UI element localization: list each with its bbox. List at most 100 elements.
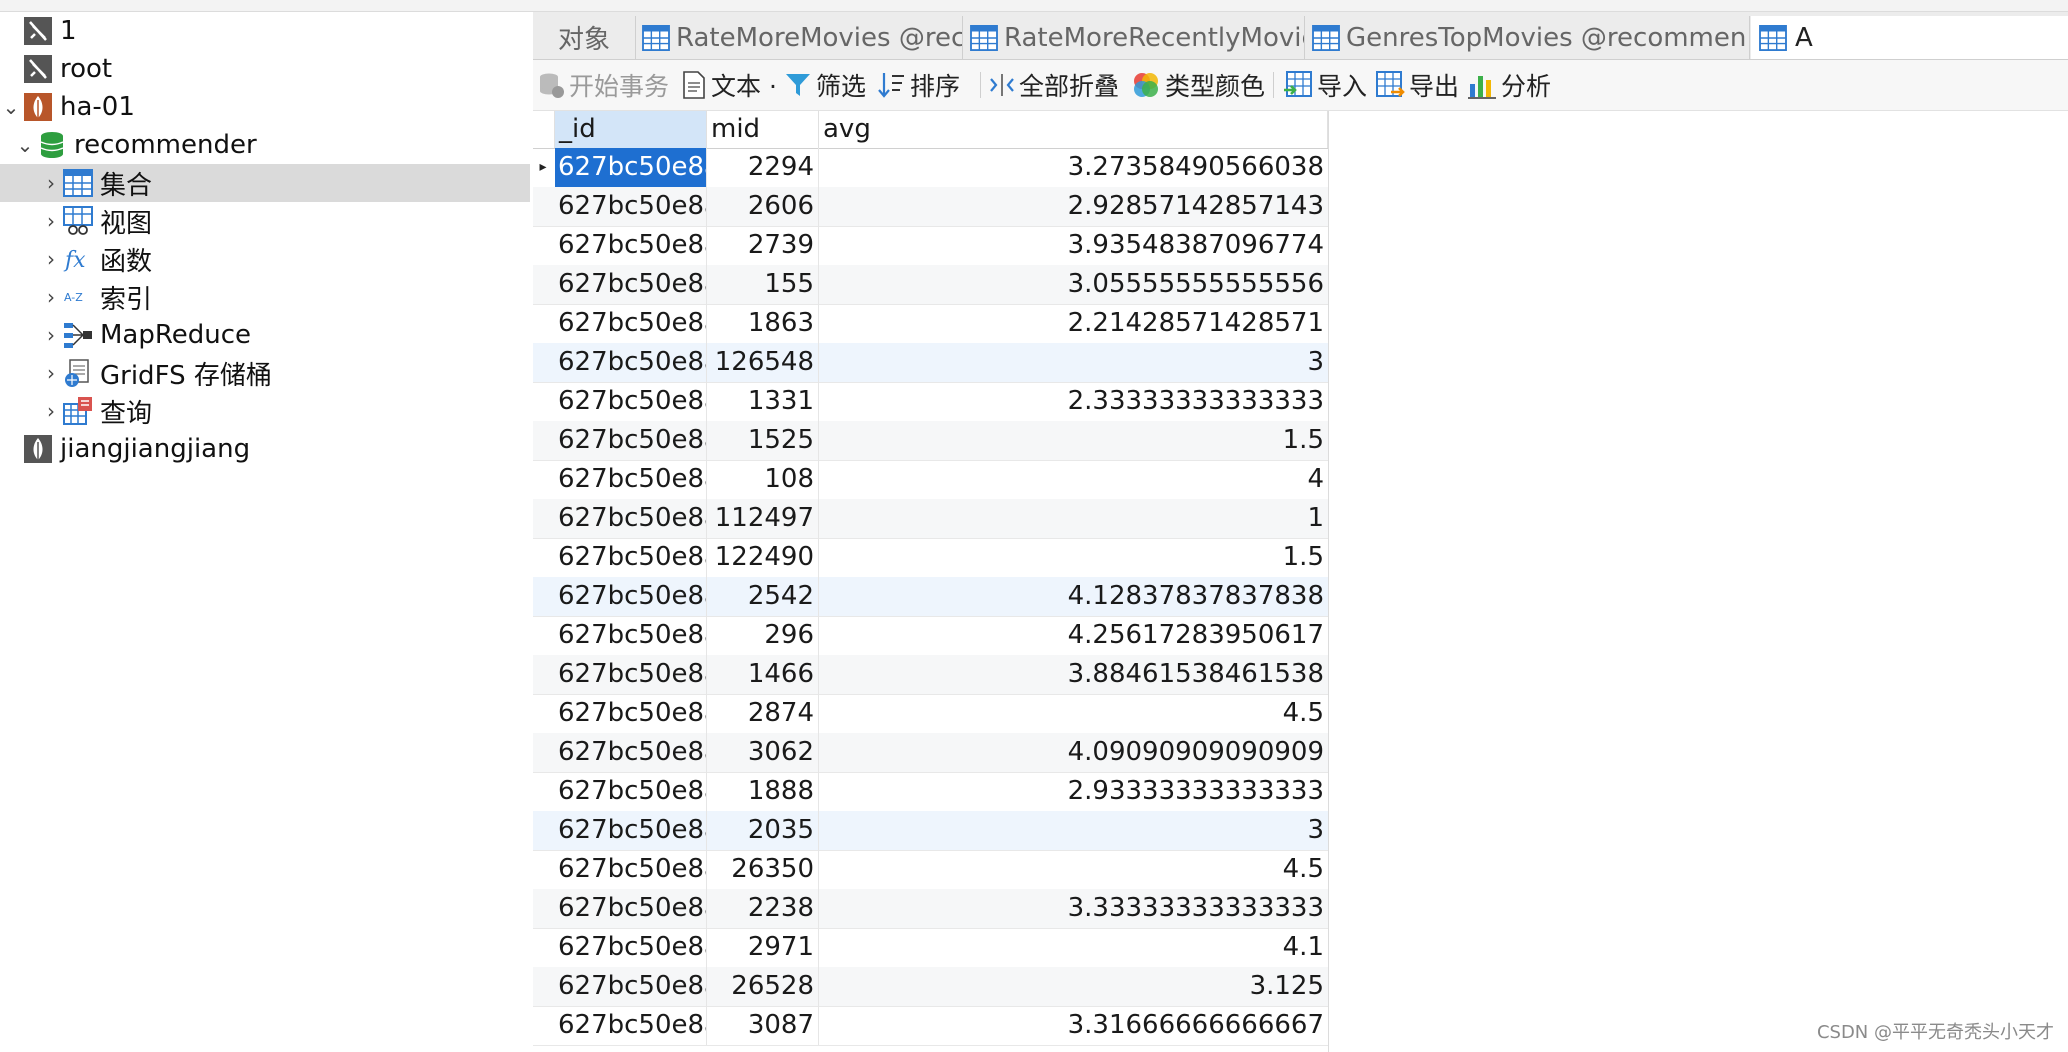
collapse-all-button[interactable]: 全部折叠 (989, 68, 1119, 102)
cell-avg[interactable]: 2.92857142857143 (819, 187, 1328, 226)
cell-avg[interactable]: 1.5 (819, 538, 1328, 577)
cell-id[interactable]: 627bc50e8ae (555, 811, 707, 850)
cell-avg[interactable]: 1 (819, 499, 1328, 538)
cell-avg[interactable]: 4.1 (819, 928, 1328, 967)
cell-mid[interactable]: 1331 (707, 382, 819, 421)
cell-avg[interactable]: 3.93548387096774 (819, 226, 1328, 265)
current-row-marker-icon[interactable]: ▸ (533, 148, 553, 187)
row-marker[interactable] (533, 850, 553, 889)
cell-mid[interactable]: 3087 (707, 1006, 819, 1045)
row-marker[interactable] (533, 772, 553, 811)
row-marker[interactable] (533, 187, 553, 226)
cell-id[interactable]: 627bc50e8ae (555, 304, 707, 343)
tree-item-queries[interactable]: › 查询 (0, 392, 530, 430)
cell-avg[interactable]: 4 (819, 460, 1328, 499)
tree-item-connection-ha-01[interactable]: ⌄ ha-01 (0, 88, 530, 126)
cell-avg[interactable]: 4.09090909090909 (819, 733, 1328, 772)
cell-id[interactable]: 627bc50e8ae (555, 382, 707, 421)
cell-mid[interactable]: 26528 (707, 967, 819, 1006)
tab-ratemorerecentlymovies[interactable]: RateMoreRecentlyMovies @reco... (964, 16, 1305, 59)
row-marker[interactable] (533, 928, 553, 967)
tree-item-connection-jiangjiangjiang[interactable]: jiangjiangjiang (0, 430, 530, 468)
cell-mid[interactable]: 126548 (707, 343, 819, 382)
cell-mid[interactable]: 2606 (707, 187, 819, 226)
row-marker[interactable] (533, 538, 553, 577)
row-marker[interactable] (533, 460, 553, 499)
chevron-right-icon[interactable]: › (40, 361, 62, 385)
cell-avg[interactable]: 2.33333333333333 (819, 382, 1328, 421)
row-marker[interactable] (533, 499, 553, 538)
type-color-button[interactable]: 类型颜色 (1131, 68, 1265, 102)
import-button[interactable]: 导入 (1283, 68, 1367, 102)
cell-mid[interactable]: 2542 (707, 577, 819, 616)
cell-avg[interactable]: 2.21428571428571 (819, 304, 1328, 343)
cell-avg[interactable]: 2.93333333333333 (819, 772, 1328, 811)
cell-mid[interactable]: 108 (707, 460, 819, 499)
tree-item-functions[interactable]: › fx 函数 (0, 240, 530, 278)
cell-avg[interactable]: 3.31666666666667 (819, 1006, 1328, 1045)
cell-mid[interactable]: 1525 (707, 421, 819, 460)
table-row[interactable]: 627bc50e8ae13312.33333333333333 (533, 382, 1328, 422)
table-row[interactable]: 627bc50e8ae28744.5 (533, 694, 1328, 734)
cell-id[interactable]: 627bc50e8ae (555, 577, 707, 616)
row-marker[interactable] (533, 226, 553, 265)
cell-id[interactable]: 627bc50e8ae (555, 889, 707, 928)
cell-id[interactable]: 627bc50e8ae (555, 226, 707, 265)
cell-mid[interactable]: 26350 (707, 850, 819, 889)
cell-id[interactable]: 627bc50e8ae (555, 616, 707, 655)
table-row[interactable]: 627bc50e8ae14663.88461538461538 (533, 655, 1328, 695)
cell-mid[interactable]: 2739 (707, 226, 819, 265)
row-marker[interactable] (533, 889, 553, 928)
row-marker[interactable] (533, 967, 553, 1006)
cell-id[interactable]: 627bc50e8ae (555, 928, 707, 967)
cell-mid[interactable]: 2971 (707, 928, 819, 967)
row-marker[interactable] (533, 655, 553, 694)
cell-avg[interactable]: 4.5 (819, 694, 1328, 733)
export-button[interactable]: 导出 (1375, 68, 1459, 102)
cell-mid[interactable]: 3062 (707, 733, 819, 772)
cell-id[interactable]: 627bc50e8ae (555, 343, 707, 382)
cell-mid[interactable]: 2238 (707, 889, 819, 928)
row-marker[interactable] (533, 1006, 553, 1045)
cell-id[interactable]: 627bc50e8ae (555, 1006, 707, 1045)
table-row[interactable]: 627bc50e8ae22383.33333333333333 (533, 889, 1328, 929)
table-row[interactable]: 627bc50e8ae263504.5 (533, 850, 1328, 890)
cell-id[interactable]: 627bc50e8ae (555, 733, 707, 772)
cell-id[interactable]: 627bc50e8ae (555, 538, 707, 577)
table-row[interactable]: 627bc50e8ae29714.1 (533, 928, 1328, 968)
cell-avg[interactable]: 4.5 (819, 850, 1328, 889)
tree-item-connection-root[interactable]: root (0, 50, 530, 88)
table-row[interactable]: 627bc50e8ae18882.93333333333333 (533, 772, 1328, 812)
cell-avg[interactable]: 4.25617283950617 (819, 616, 1328, 655)
column-header-mid[interactable]: mid (707, 111, 819, 148)
cell-avg[interactable]: 3 (819, 811, 1328, 850)
filter-button[interactable]: 筛选 (784, 68, 866, 102)
table-row[interactable]: 627bc50e8ae27393.93548387096774 (533, 226, 1328, 266)
chevron-right-icon[interactable]: › (40, 323, 62, 347)
cell-id[interactable]: 627bc50e8ae (555, 499, 707, 538)
chevron-right-icon[interactable]: › (40, 247, 62, 271)
cell-id[interactable]: 627bc50e8ae (555, 148, 707, 187)
cell-avg[interactable]: 3.125 (819, 967, 1328, 1006)
table-row[interactable]: 627bc50e8ae20353 (533, 811, 1328, 851)
tab-objects[interactable]: 对象 (533, 16, 636, 59)
cell-mid[interactable]: 155 (707, 265, 819, 304)
begin-transaction-button[interactable]: 开始事务 (537, 68, 669, 102)
table-row[interactable]: 627bc50e8ae18632.21428571428571 (533, 304, 1328, 344)
cell-id[interactable]: 627bc50e8ae (555, 655, 707, 694)
row-marker[interactable] (533, 343, 553, 382)
row-marker[interactable] (533, 304, 553, 343)
tree-item-views[interactable]: › 视图 (0, 202, 530, 240)
cell-avg[interactable]: 3.05555555555556 (819, 265, 1328, 304)
cell-avg[interactable]: 1.5 (819, 421, 1328, 460)
column-header-avg[interactable]: avg (819, 111, 1328, 148)
row-marker[interactable] (533, 616, 553, 655)
chevron-right-icon[interactable]: › (40, 399, 62, 423)
cell-mid[interactable]: 1466 (707, 655, 819, 694)
cell-mid[interactable]: 2874 (707, 694, 819, 733)
cell-avg[interactable]: 3 (819, 343, 1328, 382)
row-marker[interactable] (533, 265, 553, 304)
table-row[interactable]: 627bc50e8ae26062.92857142857143 (533, 187, 1328, 227)
cell-avg[interactable]: 3.27358490566038 (819, 148, 1328, 187)
tree-item-connection-1[interactable]: 1 (0, 12, 530, 50)
